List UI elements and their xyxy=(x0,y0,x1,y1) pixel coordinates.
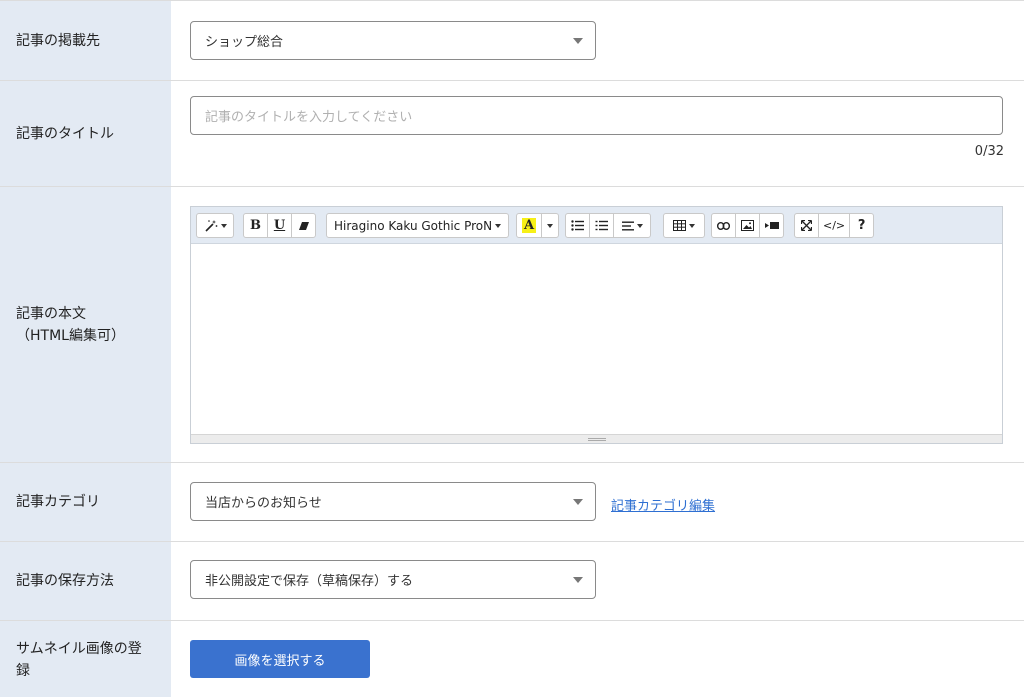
destination-field: ショップ総合 xyxy=(171,1,1024,80)
body-label-line2: （HTML編集可） xyxy=(16,327,125,344)
color-dropdown-icon xyxy=(547,223,553,228)
style-button[interactable] xyxy=(196,213,234,238)
code-view-button[interactable]: </> xyxy=(818,213,851,238)
chevron-down-icon xyxy=(573,499,583,505)
help-button[interactable]: ? xyxy=(849,213,875,238)
table-icon xyxy=(673,220,686,231)
destination-select-value: ショップ総合 xyxy=(205,35,284,50)
image-button[interactable] xyxy=(735,213,760,238)
select-image-button[interactable]: 画像を選択する xyxy=(190,640,370,678)
video-button[interactable] xyxy=(759,213,784,238)
font-color-dropdown[interactable] xyxy=(541,213,559,238)
chevron-down-icon xyxy=(573,577,583,583)
title-field: 記事のタイトルを入力してください 0/32 xyxy=(171,81,1024,186)
align-dropdown[interactable] xyxy=(613,213,651,238)
body-field: B U Hiragino Kaku Gothic ProN A </> ? xyxy=(171,187,1024,462)
thumbnail-label-text: サムネイル画像の登録 xyxy=(16,640,142,679)
destination-select[interactable]: ショップ総合 xyxy=(190,21,596,60)
table-group xyxy=(663,213,705,238)
row-save-method: 記事の保存方法 非公開設定で保存（草稿保存）する xyxy=(0,542,1024,621)
image-icon xyxy=(741,220,754,231)
font-color-icon: A xyxy=(521,218,537,233)
video-icon xyxy=(764,222,779,229)
save-method-select-value: 非公開設定で保存（草稿保存）する xyxy=(205,574,414,589)
editor-toolbar: B U Hiragino Kaku Gothic ProN A </> ? xyxy=(191,207,1002,244)
link-icon xyxy=(717,221,730,230)
destination-label: 記事の掲載先 xyxy=(0,1,171,80)
ordered-list-icon xyxy=(595,220,608,231)
save-method-field: 非公開設定で保存（草稿保存）する xyxy=(171,542,1024,620)
grip-icon xyxy=(587,438,606,441)
eraser-icon xyxy=(298,221,309,230)
thumbnail-label: サムネイル画像の登録 xyxy=(0,621,171,697)
code-view-icon: </> xyxy=(823,219,846,232)
font-color-button[interactable]: A xyxy=(516,213,542,238)
insert-group xyxy=(711,213,784,238)
row-title: 記事のタイトル 記事のタイトルを入力してください 0/32 xyxy=(0,81,1024,187)
row-thumbnail: サムネイル画像の登録 画像を選択する xyxy=(0,621,1024,697)
ordered-list-button[interactable] xyxy=(589,213,614,238)
bold-button[interactable]: B xyxy=(243,213,268,238)
chevron-down-icon xyxy=(573,38,583,44)
magic-wand-icon xyxy=(204,219,217,232)
help-icon: ? xyxy=(857,218,866,233)
underline-button[interactable]: U xyxy=(267,213,292,238)
link-button[interactable] xyxy=(711,213,736,238)
unordered-list-button[interactable] xyxy=(565,213,590,238)
font-name-value: Hiragino Kaku Gothic ProN xyxy=(334,218,493,233)
font-name-group: Hiragino Kaku Gothic ProN xyxy=(326,213,510,238)
view-group: </> ? xyxy=(794,213,875,238)
article-form: 記事の掲載先 ショップ総合 記事のタイトル 記事のタイトルを入力してください 0… xyxy=(0,0,1024,697)
fullscreen-button[interactable] xyxy=(794,213,819,238)
save-method-select[interactable]: 非公開設定で保存（草稿保存）する xyxy=(190,560,596,599)
paragraph-group xyxy=(565,213,651,238)
editor-resize-handle[interactable] xyxy=(191,434,1002,443)
category-select-value: 当店からのお知らせ xyxy=(205,496,322,511)
body-label: 記事の本文 （HTML編集可） xyxy=(0,187,171,462)
save-method-label: 記事の保存方法 xyxy=(0,542,171,620)
editor-content-area[interactable] xyxy=(191,244,1002,434)
title-input[interactable]: 記事のタイトルを入力してください xyxy=(190,96,1003,135)
font-style-group: B U xyxy=(243,213,316,238)
align-icon xyxy=(621,221,634,230)
style-group xyxy=(196,213,234,238)
category-label: 記事カテゴリ xyxy=(0,463,171,541)
unordered-list-icon xyxy=(571,220,584,231)
font-name-dropdown[interactable]: Hiragino Kaku Gothic ProN xyxy=(326,213,510,238)
clear-format-button[interactable] xyxy=(291,213,316,238)
title-input-placeholder: 記事のタイトルを入力してください xyxy=(205,110,413,125)
category-select[interactable]: 当店からのお知らせ xyxy=(190,482,596,521)
title-char-counter: 0/32 xyxy=(974,144,1004,159)
rich-text-editor: B U Hiragino Kaku Gothic ProN A </> ? xyxy=(190,206,1003,444)
row-category: 記事カテゴリ 当店からのお知らせ 記事カテゴリ編集 xyxy=(0,463,1024,542)
row-body: 記事の本文 （HTML編集可） B U Hiragino Kaku Gothic… xyxy=(0,187,1024,463)
row-destination: 記事の掲載先 ショップ総合 xyxy=(0,1,1024,81)
edit-category-link[interactable]: 記事カテゴリ編集 xyxy=(611,495,715,514)
table-dropdown[interactable] xyxy=(663,213,705,238)
color-group: A xyxy=(516,213,559,238)
fullscreen-icon xyxy=(801,220,812,231)
thumbnail-field: 画像を選択する xyxy=(171,621,1024,697)
title-label: 記事のタイトル xyxy=(0,81,171,186)
body-label-line1: 記事の本文 xyxy=(16,305,86,322)
category-field: 当店からのお知らせ 記事カテゴリ編集 xyxy=(171,463,1024,541)
